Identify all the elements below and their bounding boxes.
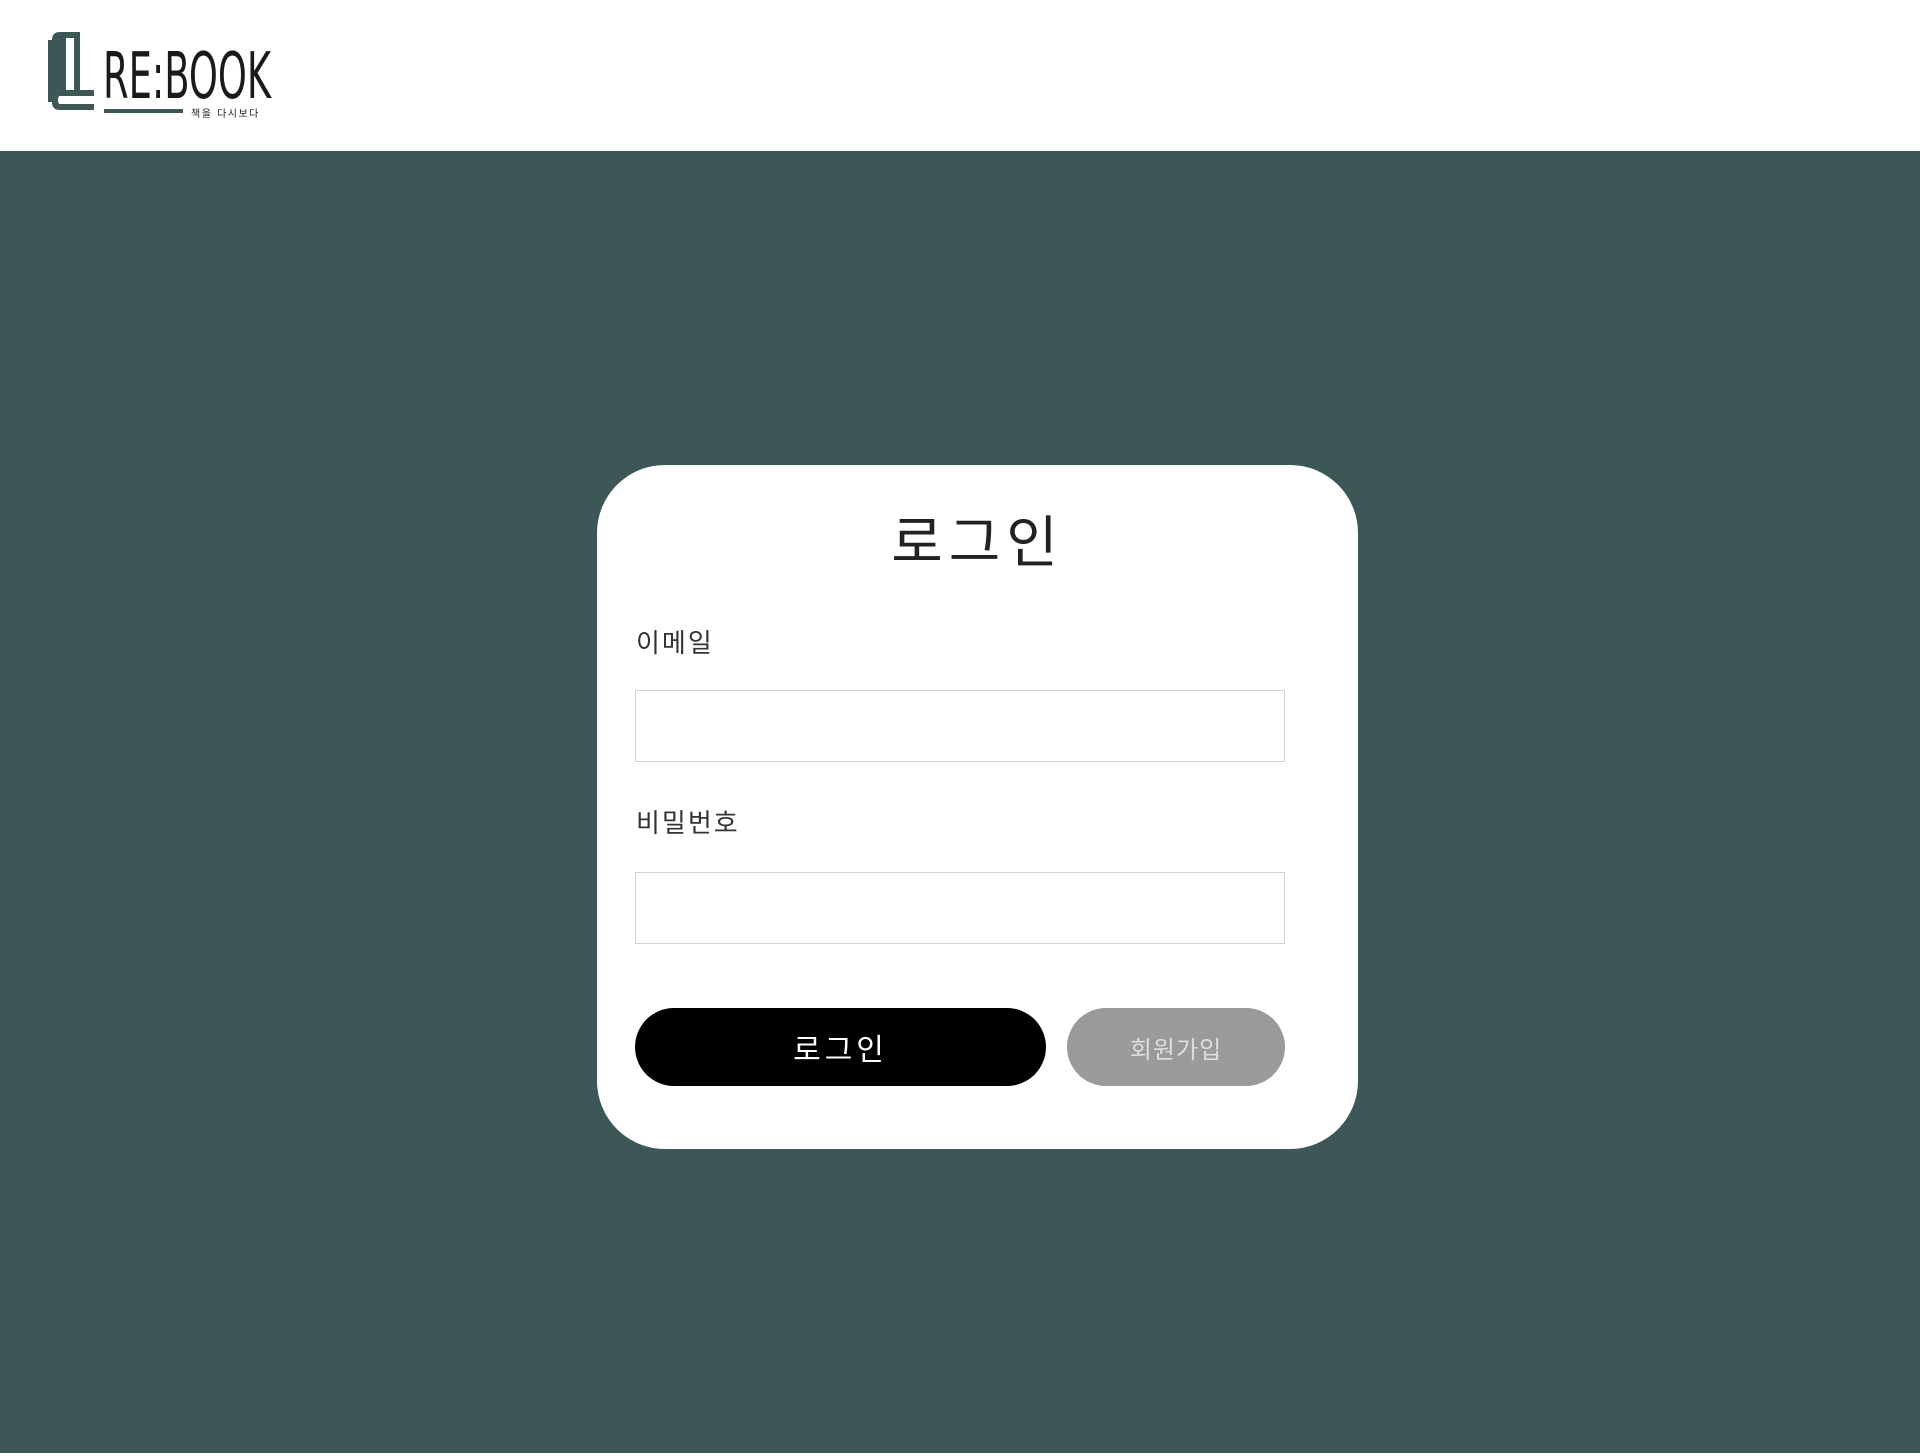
email-label: 이메일 bbox=[636, 629, 714, 659]
site-header: RE:BOOK 책을 다시보다 bbox=[0, 0, 1920, 151]
login-card: 로그인 이메일 비밀번호 로그인 회원가입 bbox=[597, 465, 1358, 1149]
password-label: 비밀번호 bbox=[636, 809, 740, 839]
signup-button[interactable]: 회원가입 bbox=[1067, 1008, 1285, 1086]
book-icon: RE:BOOK 책을 다시보다 bbox=[48, 32, 272, 120]
main-area: 로그인 이메일 비밀번호 로그인 회원가입 bbox=[0, 151, 1920, 1453]
page-title: 로그인 bbox=[891, 511, 1064, 576]
logo-tagline: 책을 다시보다 bbox=[191, 108, 260, 120]
password-field[interactable] bbox=[635, 872, 1285, 944]
site-logo[interactable]: RE:BOOK 책을 다시보다 bbox=[44, 28, 274, 123]
login-button[interactable]: 로그인 bbox=[635, 1008, 1046, 1086]
email-field[interactable] bbox=[635, 690, 1285, 762]
logo-wordmark: RE:BOOK bbox=[103, 40, 272, 114]
